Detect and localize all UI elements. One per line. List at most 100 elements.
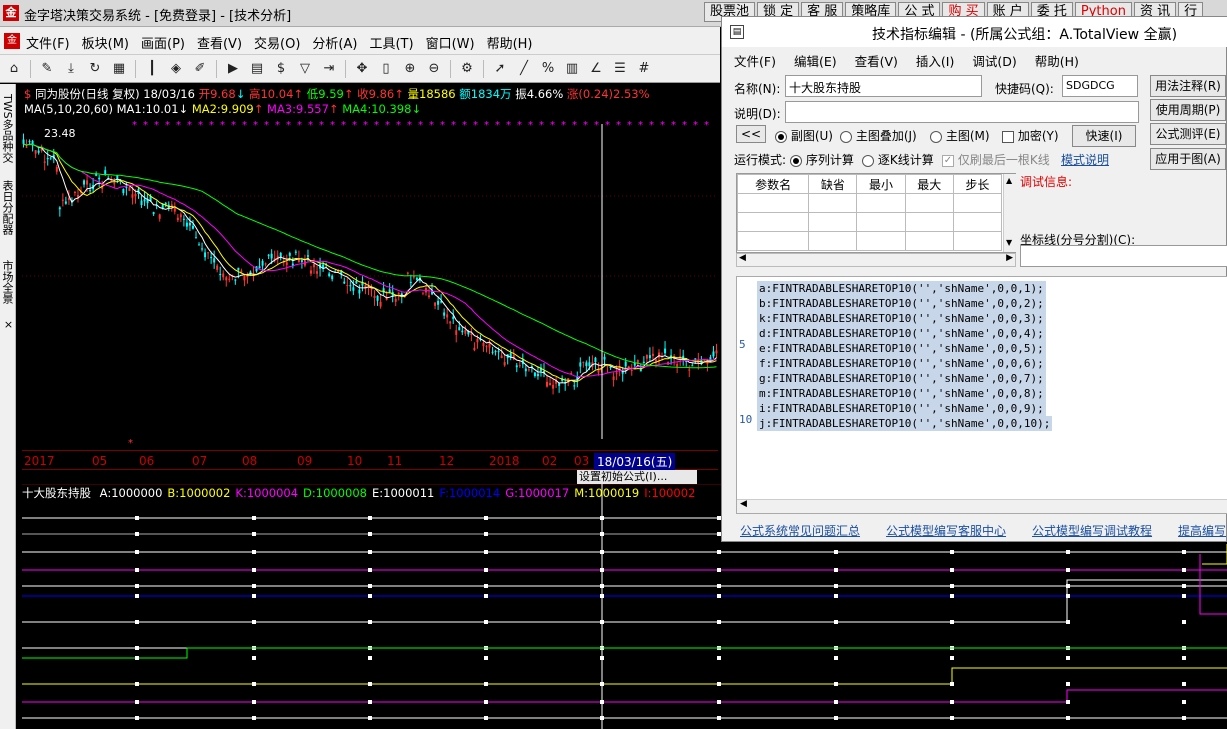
code-editor[interactable]: 5 10 a:FINTRADABLESHARETOP10('','shName'…	[736, 276, 1227, 514]
radio-main-chart[interactable]	[930, 130, 942, 143]
menu-item[interactable]: 窗口(W)	[426, 33, 475, 52]
indicator-dot	[368, 532, 372, 536]
dialog-menu-item[interactable]: 插入(I)	[916, 51, 954, 70]
name-field[interactable]: 十大股东持股	[785, 75, 982, 97]
mode-per-bar[interactable]: 逐K线计算	[862, 151, 934, 168]
radio-overlay[interactable]	[840, 130, 852, 143]
fast-button[interactable]: 快速(I)	[1072, 125, 1136, 147]
edit-icon[interactable]: ✐	[190, 59, 210, 79]
ma-info-line: MA(5,10,20,60) MA1:10.01↓ MA2:9.909↑ MA3…	[24, 102, 421, 116]
candle-body	[476, 338, 479, 343]
dialog-title-bar: ▤ 技术指标编辑 - (所属公式组：A.TotalView 全赢)	[722, 17, 1227, 47]
grid-icon[interactable]: ▦	[109, 59, 129, 79]
percent-icon[interactable]: %	[538, 59, 558, 79]
move-icon[interactable]: ✥	[352, 59, 372, 79]
opt-encrypt[interactable]: 加密(Y)	[1002, 127, 1059, 144]
candle-body	[558, 383, 561, 386]
dialog-menu-item[interactable]: 调试(D)	[972, 51, 1016, 70]
scroll-left-icon[interactable]: ◀	[739, 253, 746, 263]
close-arrow-icon: ↑	[394, 87, 404, 101]
mode-help-link[interactable]: 模式说明	[1061, 151, 1109, 168]
dialog-menu-item[interactable]: 查看(V)	[855, 51, 898, 70]
doc-icon[interactable]: ▤	[247, 59, 267, 79]
home-icon[interactable]: ⌂	[4, 59, 24, 79]
checkbox-encrypt[interactable]	[1002, 130, 1014, 143]
dollar-icon[interactable]: $	[271, 59, 291, 79]
param-scrollbar[interactable]: ▲ ▼	[1003, 174, 1016, 252]
radio-sub-chart[interactable]	[775, 130, 787, 143]
max-price-label: 23.48	[44, 127, 76, 140]
code-hscrollbar[interactable]: ◀	[737, 499, 1227, 513]
candle-body	[715, 350, 718, 354]
dialog-menu-item[interactable]: 帮助(H)	[1035, 51, 1079, 70]
signal-marker: *	[132, 120, 137, 131]
menu-item[interactable]: 查看(V)	[197, 33, 242, 52]
param-table[interactable]: 参数名 缺省 最小 最大 步长	[736, 173, 1016, 253]
menu-item[interactable]: 文件(F)	[26, 33, 70, 52]
pen-icon[interactable]: ✎	[37, 59, 57, 79]
play-icon[interactable]: ▶	[223, 59, 243, 79]
app-menu-icon[interactable]: 金	[4, 33, 20, 49]
menu-item[interactable]: 分析(A)	[312, 33, 357, 52]
filter-icon[interactable]: ▽	[295, 59, 315, 79]
help-link[interactable]: 提高编写	[1178, 522, 1226, 539]
desc-field[interactable]	[785, 101, 1139, 123]
candle-body	[343, 281, 346, 284]
dialog-menu-item[interactable]: 文件(F)	[734, 51, 776, 70]
download-icon[interactable]: ⤓	[61, 59, 81, 79]
help-link[interactable]: 公式系统常见问题汇总	[740, 522, 860, 539]
usage-notes-button[interactable]: 用法注释(R)	[1150, 75, 1226, 97]
export-icon[interactable]: ⇥	[319, 59, 339, 79]
opt-overlay[interactable]: 主图叠加(J)	[840, 127, 917, 144]
axis-label: 05	[92, 454, 108, 468]
menu-item[interactable]: 帮助(H)	[487, 33, 533, 52]
scroll-down-icon[interactable]: ▼	[1006, 238, 1012, 247]
menu-item[interactable]: 板块(M)	[82, 33, 129, 52]
hash-icon[interactable]: #	[634, 59, 654, 79]
cursor-icon[interactable]: ➚	[490, 59, 510, 79]
scroll-right-icon[interactable]: ▶	[1006, 253, 1013, 263]
help-link[interactable]: 公式模型编写调试教程	[1032, 522, 1152, 539]
list-icon[interactable]: ☰	[610, 59, 630, 79]
price-chart[interactable]: * * * * * * * * * * * * * * * * * * * * * * * * * * * * * * * * * * * * * * * *…	[22, 84, 718, 449]
indicator-dot	[1182, 656, 1186, 660]
refresh-icon[interactable]: ↻	[85, 59, 105, 79]
param-hscrollbar[interactable]: ◀ ▶	[736, 253, 1016, 267]
menu-item[interactable]: 交易(O)	[254, 33, 300, 52]
side-tab-close-icon[interactable]: ×	[1, 318, 15, 331]
bar-icon[interactable]: ▯	[376, 59, 396, 79]
side-tab-tws[interactable]: TWS多品种交	[1, 94, 15, 163]
side-tab-market[interactable]: 市场全景	[1, 260, 15, 304]
indicator-value: K:1000004	[235, 486, 299, 500]
code-scroll-left-icon[interactable]: ◀	[740, 499, 747, 509]
help-link[interactable]: 公式模型编写客服中心	[886, 522, 1006, 539]
formula-test-button[interactable]: 公式测评(E)	[1150, 123, 1226, 145]
zoom-in-icon[interactable]: ⊕	[400, 59, 420, 79]
diamond-icon[interactable]: ◈	[166, 59, 186, 79]
indicator-dot	[717, 550, 721, 554]
signal-marker: *	[165, 120, 170, 131]
gear-icon[interactable]: ⚙	[457, 59, 477, 79]
period-button[interactable]: 使用周期(P)	[1150, 99, 1226, 121]
menu-item[interactable]: 工具(T)	[369, 33, 413, 52]
apply-chart-button[interactable]: 应用于图(A)	[1150, 148, 1226, 170]
signal-marker: *	[473, 120, 478, 131]
dialog-menu-item[interactable]: 编辑(E)	[794, 51, 837, 70]
opt-sub-chart[interactable]: 副图(U)	[775, 127, 833, 144]
scroll-up-icon[interactable]: ▲	[1006, 176, 1012, 185]
table-icon[interactable]: ▥	[562, 59, 582, 79]
radio-mode-sequence[interactable]	[790, 154, 802, 167]
zoom-out-icon[interactable]: ⊖	[424, 59, 444, 79]
candle-icon[interactable]: ┃	[142, 59, 162, 79]
mode-sequence[interactable]: 序列计算	[790, 151, 854, 168]
collapse-button[interactable]: <<	[736, 125, 766, 143]
side-tab-allocator[interactable]: 表日分配器	[1, 180, 15, 235]
line-icon[interactable]: ╱	[514, 59, 534, 79]
radio-mode-per-bar[interactable]	[862, 154, 874, 167]
opt-main-chart[interactable]: 主图(M)	[930, 127, 990, 144]
angle-icon[interactable]: ∠	[586, 59, 606, 79]
menu-item[interactable]: 画面(P)	[141, 33, 185, 52]
init-formula-hint[interactable]: 设置初始公式(I)...	[577, 470, 697, 484]
shortcut-field[interactable]: SDGDCG	[1062, 75, 1138, 97]
coord-field[interactable]	[1020, 245, 1227, 267]
